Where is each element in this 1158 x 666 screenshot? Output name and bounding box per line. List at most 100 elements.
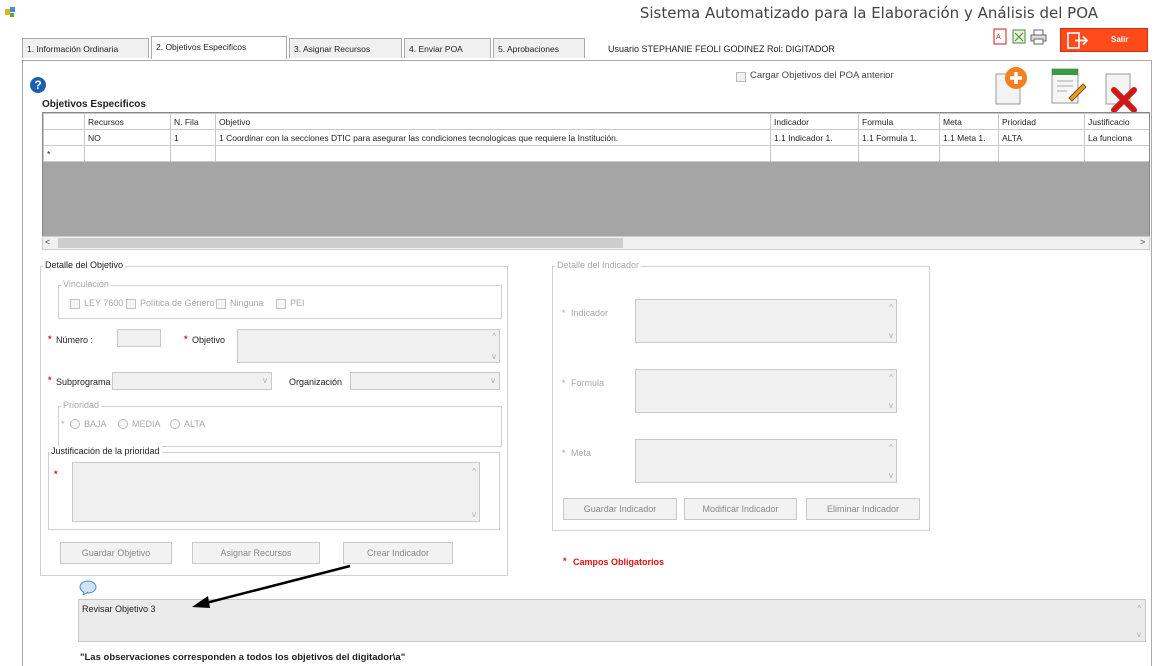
table-cell[interactable] bbox=[939, 145, 999, 162]
detalle-objetivo-legend: Detalle del Objetivo bbox=[43, 260, 126, 270]
justificacion-field[interactable]: ^ v bbox=[72, 462, 480, 522]
baja-radio[interactable] bbox=[70, 419, 80, 429]
politica-genero-label: Política de Género bbox=[140, 298, 215, 308]
objetivo-field[interactable]: ^ v bbox=[237, 329, 500, 363]
meta-field[interactable]: ^ v bbox=[635, 439, 897, 483]
campos-obligatorios-label: Campos Obligatorios bbox=[573, 557, 665, 567]
salir-button[interactable]: Salir bbox=[1060, 28, 1148, 52]
app-icon bbox=[5, 7, 15, 17]
column-header[interactable]: Objetivo bbox=[215, 113, 771, 130]
table-cell[interactable] bbox=[858, 145, 940, 162]
table-cell[interactable]: 1.1 Indicador 1. bbox=[770, 129, 859, 146]
app-title: Sistema Automatizado para la Elaboración… bbox=[639, 4, 1098, 22]
tab-aprobaciones[interactable]: 5. Aprobaciones bbox=[493, 38, 585, 58]
table-cell[interactable]: La funciona bbox=[1084, 129, 1149, 146]
ninguna-checkbox[interactable] bbox=[216, 299, 226, 309]
formula-label: Formula bbox=[571, 378, 605, 388]
modificar-indicador-button[interactable]: Modificar Indicador bbox=[684, 498, 797, 520]
scrollbar-thumb[interactable] bbox=[58, 238, 623, 248]
column-header[interactable]: Indicador bbox=[770, 113, 859, 130]
table-cell[interactable] bbox=[998, 145, 1085, 162]
guardar-objetivo-button[interactable]: Guardar Objetivo bbox=[60, 542, 172, 564]
required-mark: * bbox=[563, 556, 567, 566]
baja-label: BAJA bbox=[84, 419, 107, 429]
scroll-left-icon[interactable]: < bbox=[45, 237, 50, 247]
organizacion-select[interactable]: v bbox=[350, 372, 500, 390]
table-cell[interactable] bbox=[215, 145, 771, 162]
required-mark: * bbox=[61, 419, 65, 429]
organizacion-label: Organización bbox=[289, 377, 343, 387]
column-header[interactable]: Recursos bbox=[84, 113, 171, 130]
formula-field[interactable]: ^ v bbox=[635, 369, 897, 413]
help-icon[interactable]: ? bbox=[30, 77, 46, 93]
table-cell[interactable]: 1.1 Meta 1. bbox=[939, 129, 999, 146]
tab-enviar-poa[interactable]: 4. Enviar POA bbox=[404, 38, 491, 58]
required-mark: * bbox=[48, 334, 52, 344]
column-header[interactable]: Meta bbox=[939, 113, 999, 130]
indicador-label: Indicador bbox=[571, 308, 609, 318]
edit-document-icon[interactable] bbox=[1047, 64, 1089, 106]
indicador-field[interactable]: ^ v bbox=[635, 299, 897, 343]
media-radio[interactable] bbox=[118, 419, 128, 429]
justificacion-legend: Justificación de la prioridad bbox=[49, 446, 162, 456]
alta-label: ALTA bbox=[184, 419, 206, 429]
required-mark: * bbox=[184, 334, 188, 344]
scroll-right-icon[interactable]: > bbox=[1140, 237, 1145, 247]
meta-label: Meta bbox=[571, 448, 592, 458]
required-mark: * bbox=[48, 375, 52, 385]
eliminar-indicador-button[interactable]: Eliminar Indicador bbox=[806, 498, 920, 520]
delete-document-icon[interactable] bbox=[1100, 70, 1142, 112]
grid-header-row: Recursos N. Fila Objetivo Indicador Form… bbox=[43, 113, 1149, 130]
column-header[interactable]: Formula bbox=[858, 113, 940, 130]
table-cell[interactable]: 1 bbox=[170, 129, 216, 146]
guardar-indicador-button[interactable]: Guardar Indicador bbox=[563, 498, 677, 520]
detalle-indicador-legend: Detalle del Indicador bbox=[555, 260, 642, 270]
section-title: Objetivos Especificos bbox=[42, 99, 146, 110]
media-label: MEDIA bbox=[132, 419, 161, 429]
numero-label: Número : bbox=[56, 335, 94, 345]
add-document-icon[interactable] bbox=[990, 64, 1032, 106]
required-mark: * bbox=[562, 378, 566, 388]
pei-checkbox[interactable] bbox=[276, 299, 286, 309]
table-cell[interactable] bbox=[1084, 145, 1149, 162]
ley-7600-label: LEY 7600 bbox=[84, 298, 124, 308]
table-row[interactable]: NO 1 1 Coordinar con la secciones DTIC p… bbox=[43, 129, 1149, 146]
excel-export-icon[interactable] bbox=[1011, 28, 1028, 45]
chevron-down-icon: v bbox=[491, 376, 495, 385]
table-cell[interactable]: 1 Coordinar con la secciones DTIC para a… bbox=[215, 129, 771, 146]
chevron-down-icon: v bbox=[263, 376, 267, 385]
table-cell[interactable]: NO bbox=[84, 129, 171, 146]
tab-informacion-ordinaria[interactable]: 1. Información Ordinaria bbox=[22, 38, 149, 58]
new-row[interactable]: * bbox=[43, 145, 1149, 162]
pdf-export-icon[interactable]: A bbox=[992, 28, 1009, 45]
new-row-marker: * bbox=[43, 145, 85, 162]
vinculacion-legend: Vinculación bbox=[61, 279, 111, 289]
row-header-cell[interactable] bbox=[43, 129, 85, 146]
ley-7600-checkbox[interactable] bbox=[70, 299, 80, 309]
politica-genero-checkbox[interactable] bbox=[126, 299, 136, 309]
salir-label: Salir bbox=[1111, 35, 1129, 44]
subprograma-select[interactable]: v bbox=[112, 372, 272, 390]
tab-objetivos-especificos[interactable]: 2. Objetivos Especificos bbox=[151, 36, 287, 59]
table-cell[interactable] bbox=[770, 145, 859, 162]
print-icon[interactable] bbox=[1030, 28, 1047, 45]
footer-note: "Las observaciones corresponden a todos … bbox=[80, 652, 406, 663]
tab-asignar-recursos[interactable]: 3. Asignar Recursos bbox=[289, 38, 402, 58]
crear-indicador-button[interactable]: Crear Indicador bbox=[343, 542, 453, 564]
table-cell[interactable]: 1.1 Formula 1. bbox=[858, 129, 940, 146]
cargar-objetivos-checkbox[interactable] bbox=[736, 72, 746, 82]
cargar-objetivos-label: Cargar Objetivos del POA anterior bbox=[750, 70, 894, 81]
observation-text: Revisar Objetivo 3 bbox=[82, 604, 156, 614]
table-cell[interactable] bbox=[170, 145, 216, 162]
pei-label: PEI bbox=[290, 298, 305, 308]
column-header[interactable]: N. Fila bbox=[170, 113, 216, 130]
objetivos-grid[interactable]: Recursos N. Fila Objetivo Indicador Form… bbox=[42, 112, 1150, 246]
numero-field[interactable] bbox=[117, 329, 161, 347]
user-info: Usuario STEPHANIE FEOLI GODINEZ Rol: DIG… bbox=[608, 44, 835, 54]
column-header[interactable]: Prioridad bbox=[998, 113, 1085, 130]
column-header[interactable]: Justificacio bbox=[1084, 113, 1149, 130]
alta-radio[interactable] bbox=[170, 419, 180, 429]
required-mark: * bbox=[562, 448, 566, 458]
table-cell[interactable] bbox=[84, 145, 171, 162]
table-cell[interactable]: ALTA bbox=[998, 129, 1085, 146]
